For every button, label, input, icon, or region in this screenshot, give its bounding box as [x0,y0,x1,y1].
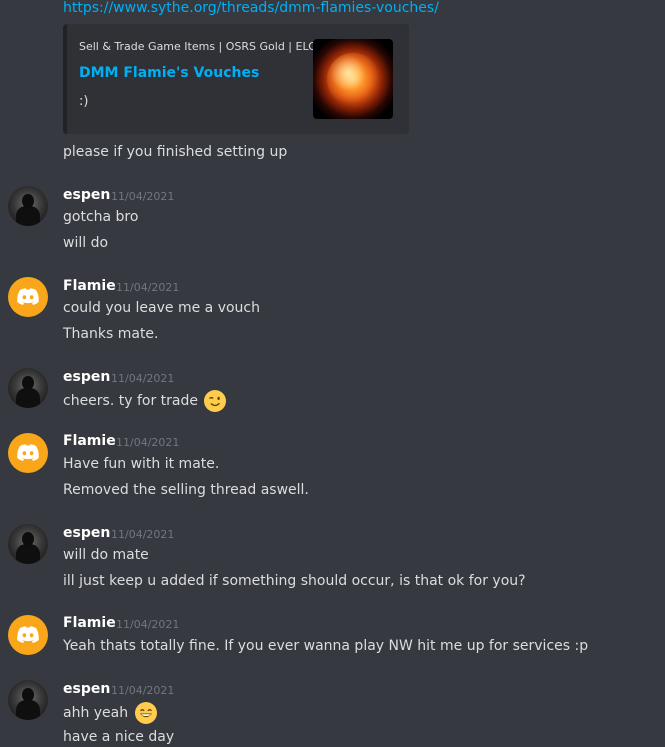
embed-description: :) [79,94,89,109]
espen-avatar[interactable] [8,524,48,564]
message-line: could you leave me a vouch [63,300,260,316]
espen-avatar[interactable] [8,186,48,226]
message-line: gotcha bro [63,209,139,225]
message-text: cheers. ty for trade [63,393,198,409]
timestamp: 11/04/2021 [111,684,175,697]
timestamp: 11/04/2021 [116,618,180,631]
message-line: will do mate [63,547,149,563]
username[interactable]: espen [63,187,110,203]
espen-avatar[interactable] [8,680,48,720]
message-line: Have fun with it mate. [63,456,220,472]
timestamp: 11/04/2021 [111,190,175,203]
discord-logo-icon [17,626,39,643]
username[interactable]: Flamie [63,278,116,294]
message-line: have a nice day [63,729,175,745]
espen-avatar[interactable] [8,368,48,408]
message-line: please if you finished setting up [63,144,288,160]
message-line: ill just keep u added if something shoul… [63,573,526,589]
link-embed: Sell & Trade Game Items | OSRS Gold | EL… [63,24,409,134]
message-text: ahh yeah [63,705,129,721]
flamie-avatar[interactable] [8,433,48,473]
timestamp: 11/04/2021 [116,436,180,449]
winking-face-emoji [204,390,227,412]
message-line: cheers. ty for trade [63,390,227,412]
embed-provider: Sell & Trade Game Items | OSRS Gold | EL… [79,40,317,53]
thread-link[interactable]: https://www.sythe.org/threads/dmm-flamie… [63,0,439,16]
message-line: Thanks mate. [63,326,159,342]
discord-logo-icon [17,288,39,305]
username[interactable]: espen [63,681,110,697]
username[interactable]: Flamie [63,433,116,449]
embed-title[interactable]: DMM Flamie's Vouches [79,65,259,81]
timestamp: 11/04/2021 [111,372,175,385]
grinning-face-emoji [134,702,157,724]
message-line: will do [63,235,109,251]
flamie-avatar[interactable] [8,277,48,317]
timestamp: 11/04/2021 [116,281,180,294]
embed-thumbnail-image[interactable] [313,39,393,119]
message-line: Removed the selling thread aswell. [63,482,309,498]
timestamp: 11/04/2021 [111,528,175,541]
username[interactable]: espen [63,369,110,385]
message-line: ahh yeah [63,702,157,724]
flamie-avatar[interactable] [8,615,48,655]
message-line: Yeah thats totally fine. If you ever wan… [63,638,589,654]
username[interactable]: espen [63,525,110,541]
discord-logo-icon [17,444,39,461]
username[interactable]: Flamie [63,615,116,631]
